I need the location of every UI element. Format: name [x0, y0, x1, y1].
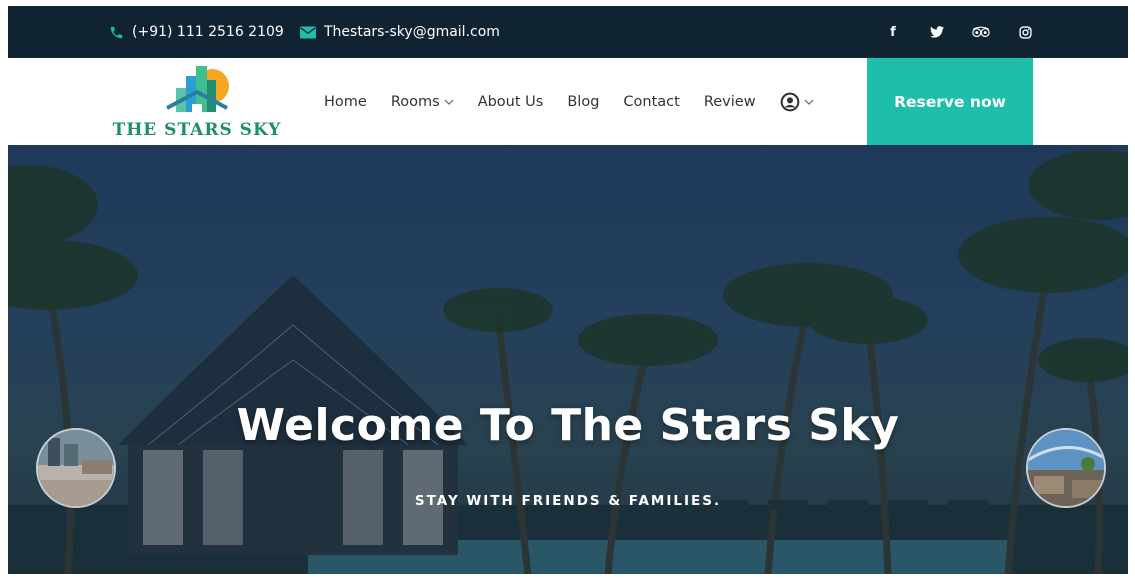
- nav-item-about-us[interactable]: About Us: [478, 94, 544, 110]
- envelope-icon: [300, 24, 316, 40]
- logo-mark-icon: [166, 66, 229, 112]
- twitter-icon[interactable]: [928, 23, 946, 41]
- hero-banner: Welcome To The Stars Sky STAY WITH FRIEN…: [8, 145, 1128, 574]
- phone-icon: [108, 24, 124, 40]
- chevron-down-icon: [804, 97, 814, 107]
- phone-number: (+91) 111 2516 2109: [132, 24, 284, 40]
- top-bar: (+91) 111 2516 2109 Thestars-sky@gmail.c…: [8, 6, 1128, 58]
- nav-item-rooms[interactable]: Rooms: [391, 94, 454, 110]
- social-links: f: [884, 6, 1034, 58]
- user-circle-icon: [780, 92, 799, 111]
- page-frame: (+91) 111 2516 2109 Thestars-sky@gmail.c…: [8, 6, 1128, 574]
- brand-name: THE STARS SKY: [112, 120, 282, 140]
- nav-menu: Home Rooms About Us Blog Contact Review: [324, 58, 814, 145]
- nav-item-blog-label: Blog: [567, 93, 600, 110]
- nav-item-rooms-label: Rooms: [390, 93, 440, 110]
- nav-item-review[interactable]: Review: [704, 94, 756, 110]
- nav-item-contact-label: Contact: [623, 93, 680, 110]
- brand-logo[interactable]: THE STARS SKY: [112, 62, 282, 142]
- chevron-down-icon: [444, 97, 454, 107]
- user-menu[interactable]: [780, 92, 814, 112]
- nav-item-home-label: Home: [324, 93, 367, 110]
- main-navigation: THE STARS SKY Home Rooms About Us Blog C…: [8, 58, 1128, 145]
- nav-item-review-label: Review: [703, 93, 756, 110]
- nav-item-contact[interactable]: Contact: [623, 94, 679, 110]
- tripadvisor-icon[interactable]: [972, 23, 990, 41]
- reserve-now-button[interactable]: Reserve now: [867, 58, 1033, 145]
- hero-subtitle: STAY WITH FRIENDS & FAMILIES.: [414, 493, 722, 509]
- nav-item-about-us-label: About Us: [477, 93, 544, 110]
- hero-title: Welcome To The Stars Sky: [236, 400, 900, 451]
- facebook-icon[interactable]: f: [884, 23, 902, 41]
- instagram-icon[interactable]: [1016, 23, 1034, 41]
- nav-item-blog[interactable]: Blog: [567, 94, 599, 110]
- email-address: Thestars-sky@gmail.com: [324, 24, 500, 40]
- contact-email[interactable]: Thestars-sky@gmail.com: [300, 6, 500, 58]
- hero-overlay: [8, 145, 1128, 574]
- nav-item-home[interactable]: Home: [324, 94, 367, 110]
- contact-phone[interactable]: (+91) 111 2516 2109: [108, 6, 284, 58]
